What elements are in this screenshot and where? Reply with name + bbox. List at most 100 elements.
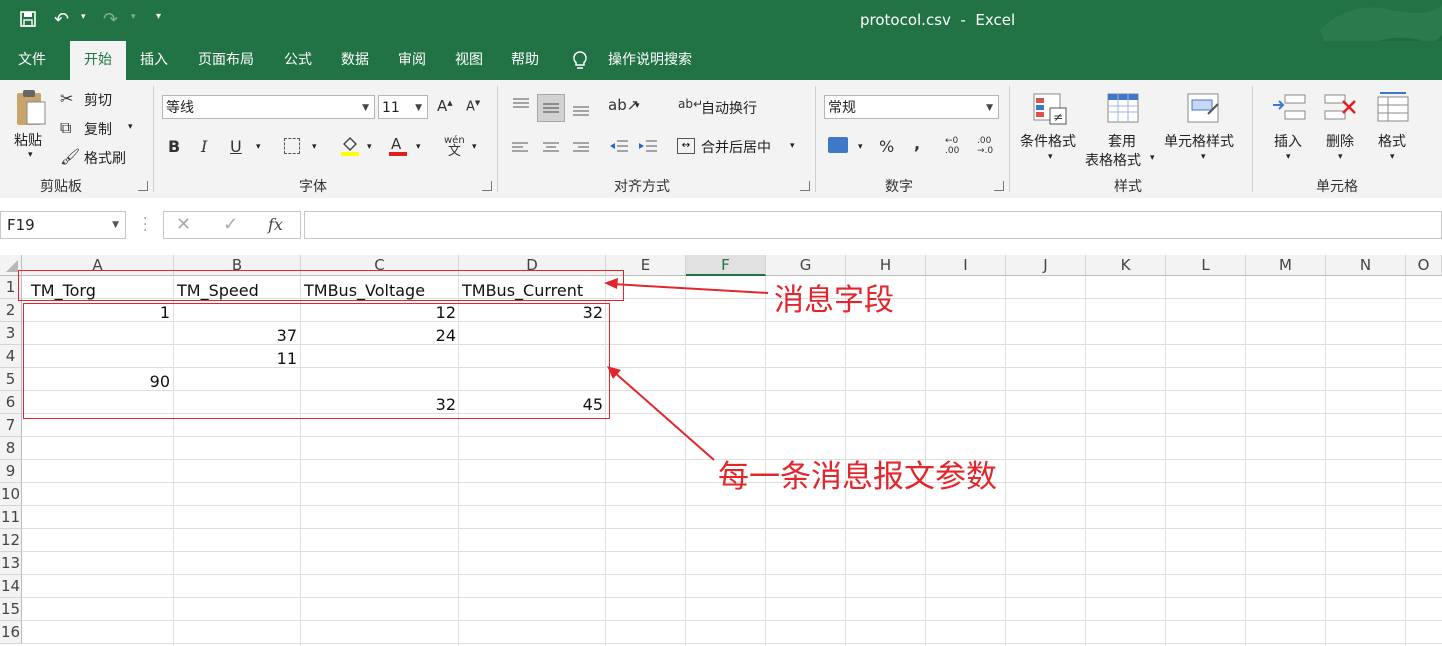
cell-styles-button[interactable]: 单元格样式: [1164, 131, 1234, 151]
tab-help[interactable]: 帮助: [503, 41, 547, 80]
align-middle-icon[interactable]: [537, 94, 565, 122]
alignment-launcher-icon[interactable]: [800, 181, 810, 191]
conditional-dropdown-icon[interactable]: ▾: [1048, 152, 1053, 162]
name-box[interactable]: F19 ▼: [0, 211, 126, 239]
delete-cells-button[interactable]: 删除: [1326, 131, 1354, 151]
align-center-icon[interactable]: [542, 140, 560, 159]
cells-group-label: 单元格: [1316, 179, 1358, 195]
merge-center-icon[interactable]: ↔: [677, 138, 695, 154]
copy-dropdown-icon[interactable]: ▾: [128, 122, 133, 132]
align-top-icon[interactable]: [511, 97, 531, 117]
paste-dropdown-icon[interactable]: ▾: [28, 150, 33, 160]
format-dropdown-icon[interactable]: ▾: [1390, 152, 1395, 162]
fill-color-icon[interactable]: [340, 135, 360, 157]
borders-icon[interactable]: [284, 138, 300, 154]
font-color-dropdown-icon[interactable]: ▾: [416, 142, 421, 152]
font-launcher-icon[interactable]: [482, 181, 492, 191]
tab-review[interactable]: 审阅: [390, 41, 434, 80]
clipboard-launcher-icon[interactable]: [138, 181, 148, 191]
conditional-formatting-button[interactable]: 条件格式: [1020, 131, 1076, 151]
format-as-table-icon[interactable]: [1106, 92, 1142, 130]
align-bottom-icon[interactable]: [571, 101, 591, 121]
increase-font-size-icon[interactable]: A▲: [437, 97, 453, 115]
underline-button[interactable]: U: [230, 137, 242, 156]
enter-icon[interactable]: ✓: [223, 214, 238, 235]
phonetic-dropdown-icon[interactable]: ▾: [472, 142, 477, 152]
undo-icon[interactable]: ↶: [54, 9, 69, 30]
number-launcher-icon[interactable]: [994, 181, 1004, 191]
alignment-group-label: 对齐方式: [614, 179, 670, 195]
fill-color-dropdown-icon[interactable]: ▾: [367, 142, 372, 152]
insert-function-button[interactable]: fx: [268, 215, 283, 234]
percent-style-button[interactable]: %: [879, 137, 894, 156]
tab-formulas[interactable]: 公式: [276, 41, 320, 80]
formula-input[interactable]: [304, 211, 1442, 239]
customize-toolbar-icon[interactable]: ▾: [156, 11, 161, 22]
tab-home[interactable]: 开始: [70, 41, 126, 80]
orientation-dropdown-icon[interactable]: ▾: [635, 101, 640, 111]
tab-file[interactable]: 文件: [8, 41, 56, 80]
align-right-icon[interactable]: [572, 140, 590, 159]
cut-button[interactable]: 剪切: [84, 90, 112, 110]
paste-icon[interactable]: [14, 88, 48, 132]
accounting-dropdown-icon[interactable]: ▾: [858, 142, 863, 152]
underline-dropdown-icon[interactable]: ▾: [256, 142, 261, 152]
tab-data[interactable]: 数据: [333, 41, 377, 80]
cell-styles-icon[interactable]: [1186, 92, 1222, 130]
paste-button[interactable]: 粘贴: [14, 130, 42, 150]
cut-icon[interactable]: ✂: [60, 89, 73, 108]
copy-icon[interactable]: ⧉: [60, 118, 71, 138]
undo-dropdown-icon[interactable]: ▾: [81, 12, 86, 22]
decrease-font-size-icon[interactable]: A▼: [466, 99, 480, 114]
decrease-decimal-icon[interactable]: .00 →.0: [977, 136, 993, 156]
tab-view[interactable]: 视图: [447, 41, 491, 80]
format-cells-icon[interactable]: [1376, 91, 1410, 127]
wrap-text-button[interactable]: 自动换行: [701, 98, 757, 118]
font-color-icon[interactable]: A: [388, 135, 408, 157]
increase-indent-icon[interactable]: [638, 138, 658, 160]
insert-cells-icon[interactable]: [1271, 91, 1307, 127]
tell-me-search[interactable]: 操作说明搜索: [601, 41, 699, 80]
borders-dropdown-icon[interactable]: ▾: [312, 142, 317, 152]
delete-dropdown-icon[interactable]: ▾: [1338, 152, 1343, 162]
merge-dropdown-icon[interactable]: ▾: [790, 141, 795, 151]
tab-insert[interactable]: 插入: [132, 41, 176, 80]
align-left-icon[interactable]: [511, 140, 529, 159]
merge-center-button[interactable]: 合并后居中: [701, 137, 771, 157]
format-as-table-dropdown-icon[interactable]: ▾: [1150, 153, 1155, 163]
format-cells-button[interactable]: 格式: [1378, 131, 1406, 151]
comma-style-button[interactable]: ,: [914, 134, 920, 153]
tab-page-layout[interactable]: 页面布局: [190, 41, 262, 80]
copy-button[interactable]: 复制: [84, 119, 112, 139]
redo-dropdown-icon[interactable]: ▾: [131, 12, 136, 22]
number-format-select[interactable]: 常规 ▼: [824, 95, 999, 119]
params-annotation: 每一条消息报文参数: [718, 459, 997, 495]
phonetic-guide-icon[interactable]: wén 文: [444, 135, 465, 158]
worksheet-grid[interactable]: ABCDEFGHIJKLMNO 1 2 3 4 5 6 7 8 9 10 11 12 13 14 15 16 …: [0, 255, 1442, 646]
save-icon[interactable]: [20, 11, 36, 27]
format-as-table-label-1[interactable]: 套用: [1108, 131, 1136, 151]
italic-button[interactable]: I: [201, 137, 207, 156]
format-painter-icon[interactable]: 🖌: [60, 147, 80, 166]
delete-cells-icon[interactable]: [1323, 91, 1359, 127]
insert-dropdown-icon[interactable]: ▾: [1286, 152, 1291, 162]
divider: [815, 86, 816, 192]
bold-button[interactable]: B: [168, 137, 180, 156]
decrease-indent-icon[interactable]: [609, 138, 629, 160]
redo-icon[interactable]: ↷: [103, 9, 118, 30]
title-bar: ↶ ▾ ↷ ▾ ▾ protocol.csv - Excel: [0, 0, 1442, 80]
format-as-table-label-2[interactable]: 表格格式: [1085, 150, 1141, 170]
resize-grip-icon[interactable]: · · ·: [143, 212, 147, 238]
cell-styles-dropdown-icon[interactable]: ▾: [1201, 152, 1206, 162]
increase-decimal-icon[interactable]: ←0.00: [945, 136, 959, 156]
insert-cells-button[interactable]: 插入: [1274, 131, 1302, 151]
cancel-icon[interactable]: ✕: [176, 214, 191, 235]
svg-text:A: A: [391, 135, 402, 153]
font-size-select[interactable]: 11 ▼: [378, 95, 428, 119]
format-painter-button[interactable]: 格式刷: [84, 148, 126, 168]
accounting-format-icon[interactable]: [828, 137, 848, 153]
conditional-formatting-icon[interactable]: ≠: [1032, 92, 1068, 130]
font-name-select[interactable]: 等线 ▼: [162, 95, 375, 119]
wrap-text-icon[interactable]: ab↵: [678, 97, 703, 111]
formula-buttons: ✕ ✓ fx: [163, 211, 301, 239]
